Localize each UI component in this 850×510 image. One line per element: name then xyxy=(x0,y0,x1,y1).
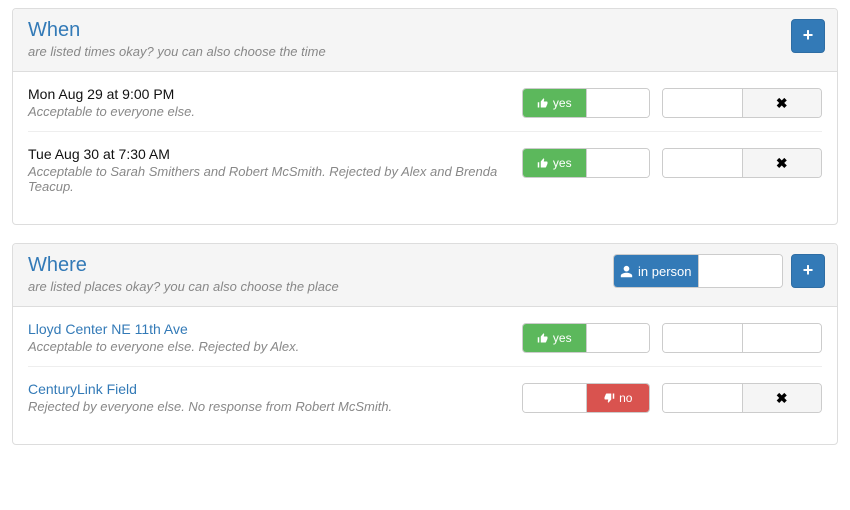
time-option-row: Tue Aug 30 at 7:30 AM Acceptable to Sara… xyxy=(28,131,822,206)
choose-button[interactable]: choose xyxy=(663,324,743,352)
no-button[interactable]: no xyxy=(587,384,650,412)
place-option-title[interactable]: CenturyLink Field xyxy=(28,381,510,397)
no-alt-button[interactable] xyxy=(523,384,587,412)
where-panel-heading: Where are listed places okay? you can al… xyxy=(13,244,837,307)
in-person-button-group: in person xyxy=(613,254,783,288)
place-option-row: Lloyd Center NE 11th Ave Acceptable to e… xyxy=(28,307,822,366)
in-person-label: in person xyxy=(638,264,691,279)
plus-icon: + xyxy=(803,258,814,283)
close-icon: ✖ xyxy=(776,95,788,112)
when-list: Mon Aug 29 at 9:00 PM Acceptable to ever… xyxy=(13,72,837,224)
choose-alt-button[interactable] xyxy=(743,324,822,352)
thumbs-down-icon xyxy=(603,392,615,404)
thumbs-up-icon xyxy=(537,157,549,169)
yes-button[interactable]: yes xyxy=(523,324,587,352)
no-label: no xyxy=(619,391,632,405)
reject-button[interactable]: ✖ xyxy=(743,384,822,412)
reject-alt-button[interactable] xyxy=(663,384,743,412)
reject-button[interactable]: ✖ xyxy=(743,89,822,117)
yes-label: yes xyxy=(553,156,572,170)
reject-alt-button[interactable] xyxy=(663,89,743,117)
accept-button-group: yes xyxy=(522,88,650,118)
yes-button[interactable]: yes xyxy=(523,149,587,177)
yes-button[interactable]: yes xyxy=(523,89,587,117)
reject-button-group: ✖ xyxy=(662,148,822,178)
when-panel-heading: When are listed times okay? you can also… xyxy=(13,9,837,72)
place-option-title[interactable]: Lloyd Center NE 11th Ave xyxy=(28,321,510,337)
add-time-button[interactable]: + xyxy=(791,19,825,53)
where-panel: Where are listed places okay? you can al… xyxy=(12,243,838,445)
reject-button-group: ✖ xyxy=(662,383,822,413)
when-panel: When are listed times okay? you can also… xyxy=(12,8,838,225)
user-icon xyxy=(620,265,633,278)
reject-button-group: ✖ xyxy=(662,88,822,118)
close-icon: ✖ xyxy=(776,155,788,172)
reject-no-button-group: no xyxy=(522,383,650,413)
in-person-button[interactable]: in person xyxy=(614,255,699,287)
time-option-title: Mon Aug 29 at 9:00 PM xyxy=(28,86,510,102)
accept-button-group: yes xyxy=(522,323,650,353)
yes-alt-button[interactable] xyxy=(587,324,650,352)
time-option-row: Mon Aug 29 at 9:00 PM Acceptable to ever… xyxy=(28,72,822,131)
time-option-title: Tue Aug 30 at 7:30 AM xyxy=(28,146,510,162)
yes-label: yes xyxy=(553,331,572,345)
close-icon: ✖ xyxy=(776,390,788,407)
time-option-status: Acceptable to everyone else. xyxy=(28,104,510,119)
choose-button-group: choose xyxy=(662,323,822,353)
place-option-status: Rejected by everyone else. No response f… xyxy=(28,399,510,414)
in-person-alt-button[interactable] xyxy=(699,255,783,287)
check-icon xyxy=(675,332,687,344)
yes-alt-button[interactable] xyxy=(587,89,650,117)
place-option-status: Acceptable to everyone else. Rejected by… xyxy=(28,339,510,354)
place-option-row: CenturyLink Field Rejected by everyone e… xyxy=(28,366,822,426)
add-place-button[interactable]: + xyxy=(791,254,825,288)
reject-alt-button[interactable] xyxy=(663,149,743,177)
when-subtitle: are listed times okay? you can also choo… xyxy=(28,44,822,59)
where-list: Lloyd Center NE 11th Ave Acceptable to e… xyxy=(13,307,837,444)
yes-alt-button[interactable] xyxy=(587,149,650,177)
reject-button[interactable]: ✖ xyxy=(743,149,822,177)
thumbs-up-icon xyxy=(537,97,549,109)
plus-icon: + xyxy=(803,23,814,48)
accept-button-group: yes xyxy=(522,148,650,178)
thumbs-up-icon xyxy=(537,332,549,344)
yes-label: yes xyxy=(553,96,572,110)
time-option-status: Acceptable to Sarah Smithers and Robert … xyxy=(28,164,510,194)
choose-label: choose xyxy=(691,331,730,345)
when-title: When xyxy=(28,19,822,42)
